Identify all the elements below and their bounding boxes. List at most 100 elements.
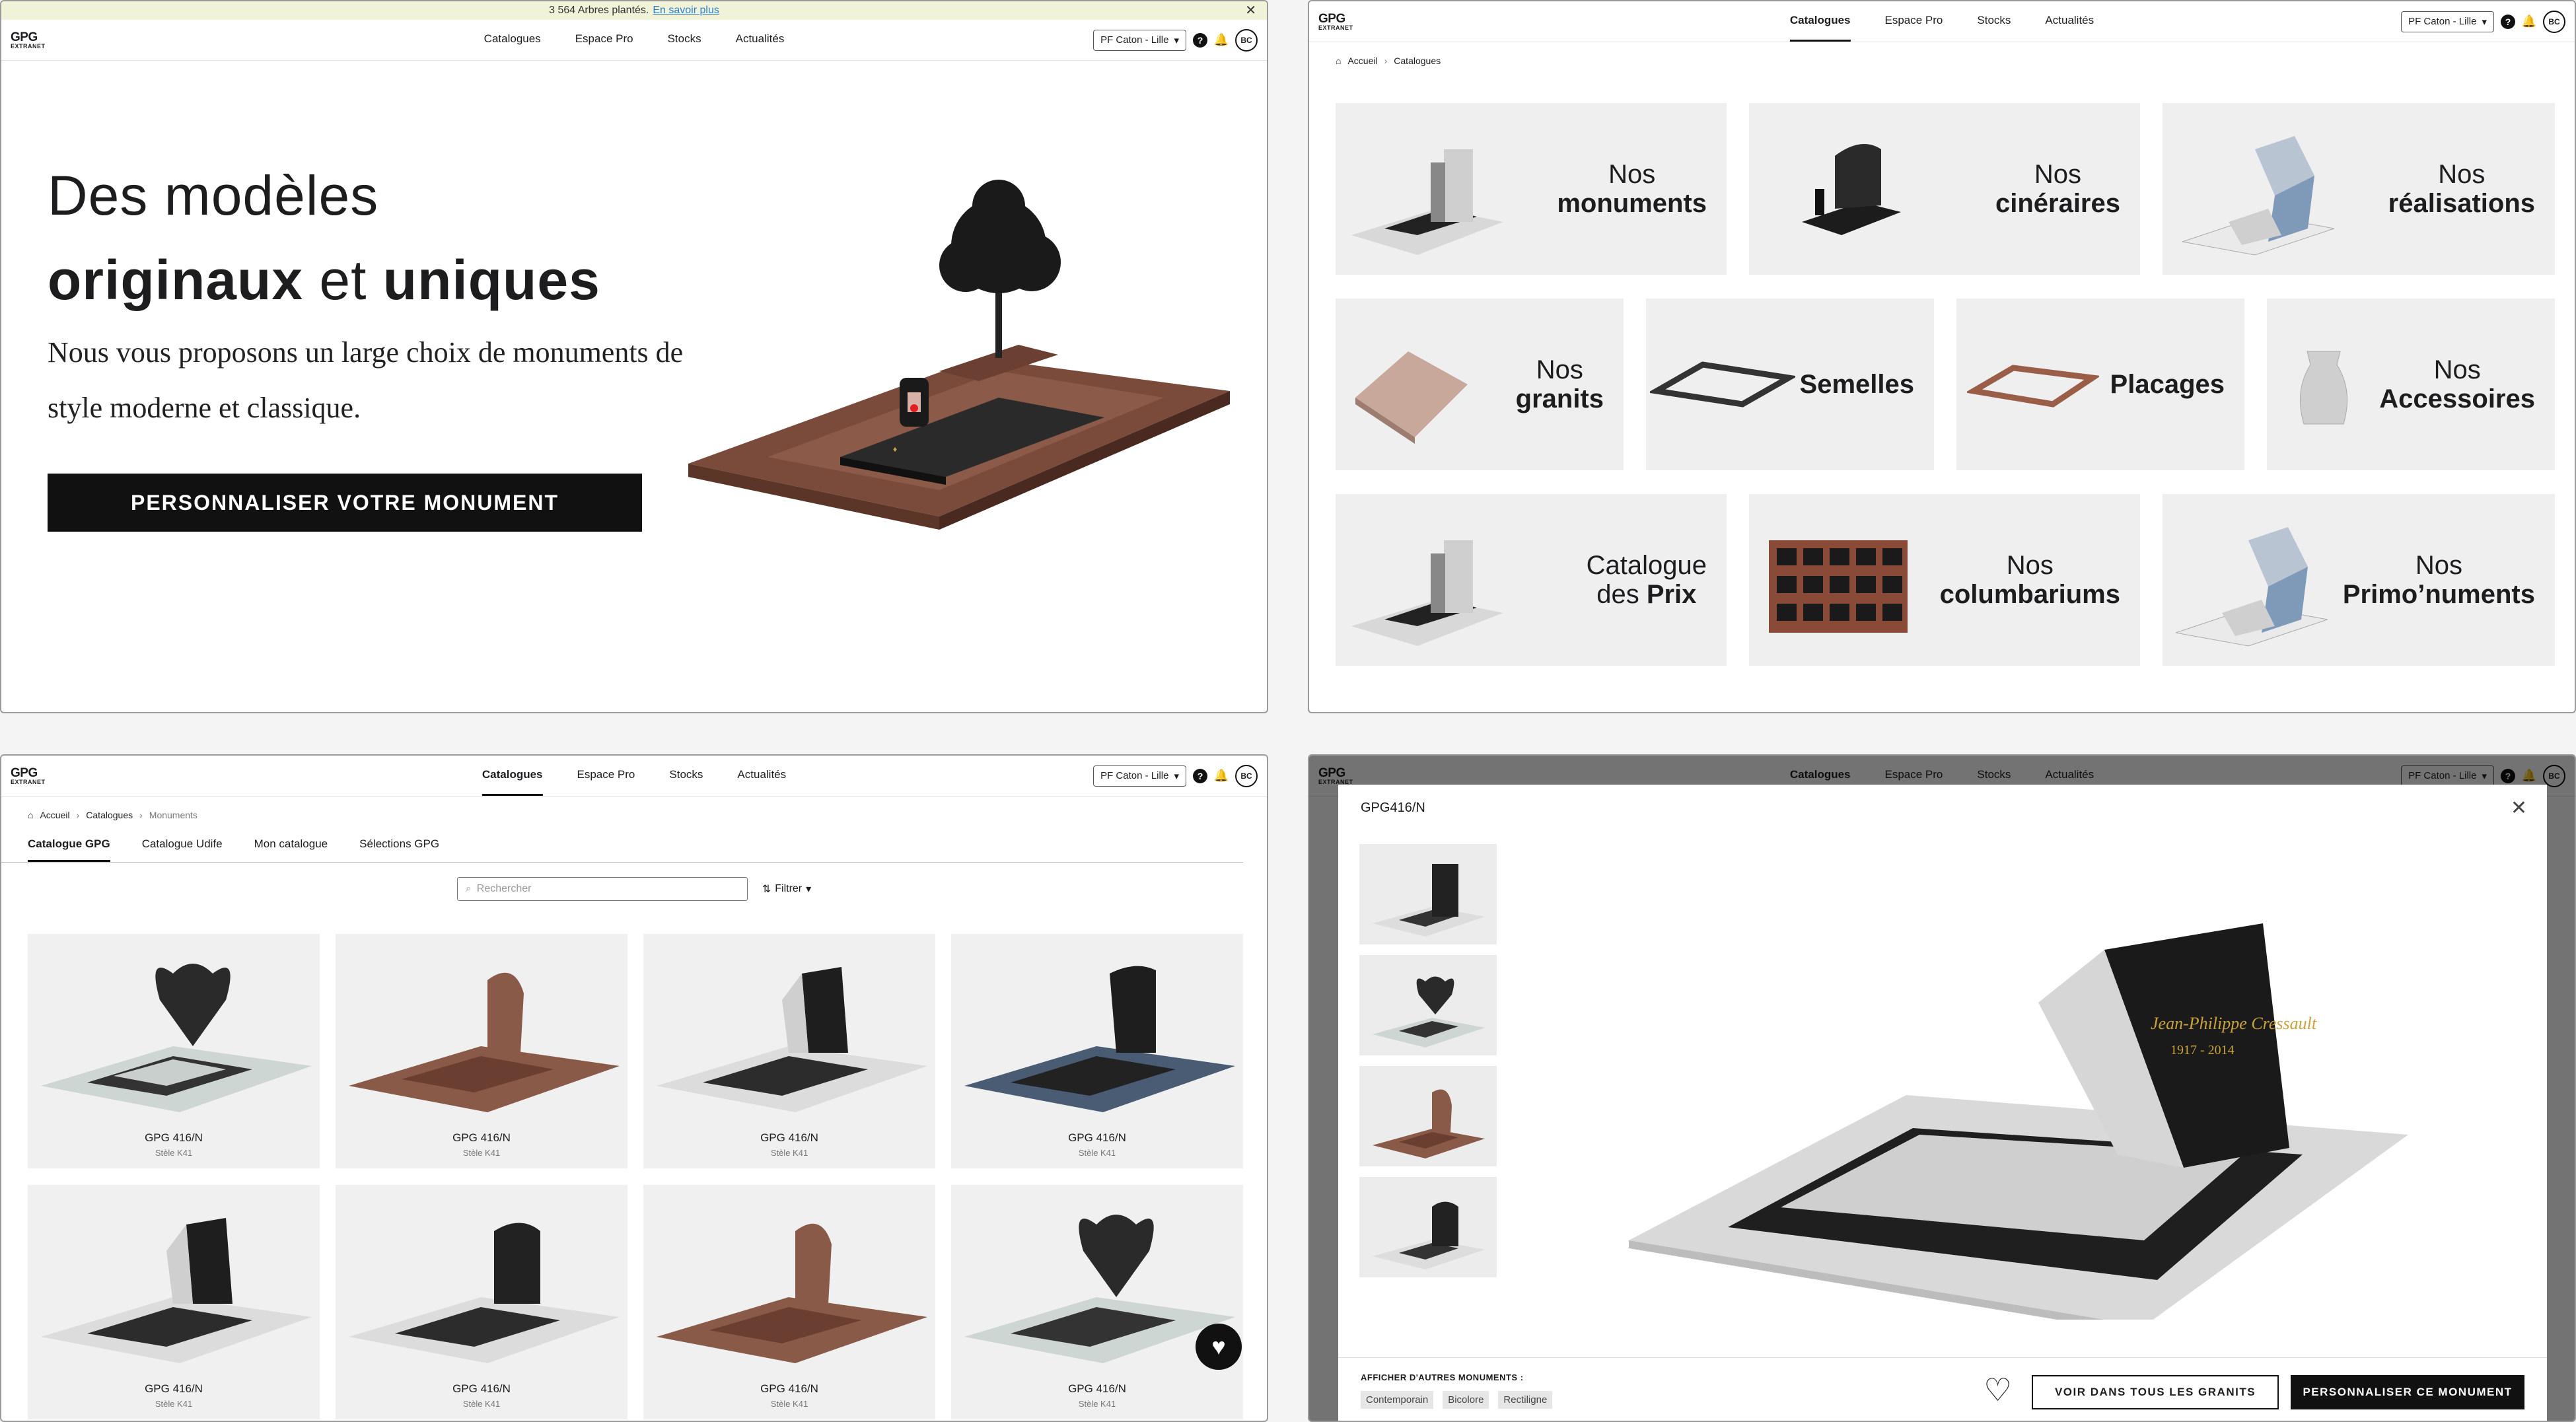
heart-outline-icon[interactable]: ♡ <box>1984 1375 2012 1407</box>
agency-select[interactable]: PF Caton - Lille ▾ <box>1093 29 1186 51</box>
nav-stocks[interactable]: Stocks <box>669 756 703 796</box>
tile-semelles[interactable]: Semelles <box>1646 299 1934 470</box>
search-input[interactable]: ⌕ Rechercher <box>456 877 748 901</box>
help-icon[interactable]: ? <box>1193 768 1207 783</box>
nav-espace-pro[interactable]: Espace Pro <box>577 756 635 796</box>
nav-stocks[interactable]: Stocks <box>668 20 701 60</box>
tile-label-line1: Nos <box>2433 355 2481 384</box>
tile-label: Nos réalisations <box>2388 160 2535 218</box>
nav-actualites[interactable]: Actualités <box>737 756 786 796</box>
tile-accessoires[interactable]: Nos Accessoires <box>2267 299 2555 470</box>
nav-actualites[interactable]: Actualités <box>736 20 785 60</box>
agency-select[interactable]: PF Caton - Lille ▾ <box>1093 765 1186 787</box>
avatar[interactable]: BC <box>1235 764 1258 787</box>
cinerary-thumbnail-icon <box>1802 144 1901 235</box>
gpg-logo[interactable]: GPG EXTRANET <box>11 767 46 785</box>
realisation-thumbnail-icon <box>2175 527 2328 647</box>
tile-label: Nos granits <box>1516 355 1604 413</box>
customize-monument-button[interactable]: PERSONNALISER VOTRE MONUMENT <box>48 474 642 532</box>
nav-espace-pro[interactable]: Espace Pro <box>575 20 633 60</box>
tile-placages[interactable]: Placages <box>1956 299 2244 470</box>
thumbnail-4[interactable] <box>1359 1177 1497 1277</box>
help-icon[interactable]: ? <box>1193 32 1207 48</box>
chip-rectiligne[interactable]: Rectiligne <box>1498 1391 1553 1409</box>
card-name: GPG 416/N <box>145 1131 203 1144</box>
tile-label-line1: Nos <box>2006 551 2054 580</box>
monument-card[interactable]: GPG 416/N Stèle K41 <box>336 1185 627 1419</box>
tile-primonuments[interactable]: Nos Primo’numents <box>2163 494 2555 666</box>
tab-mon-catalogue[interactable]: Mon catalogue <box>254 837 328 862</box>
granite-sample-icon <box>1355 351 1468 444</box>
tile-label-line1: Nos <box>1536 355 1583 384</box>
banner-learn-more-link[interactable]: En savoir plus <box>653 5 719 17</box>
tile-columbariums[interactable]: Nos columbariums <box>1749 494 2140 666</box>
tile-realisations[interactable]: Nos réalisations <box>2163 103 2555 275</box>
tab-catalogue-gpg[interactable]: Catalogue GPG <box>28 837 110 862</box>
breadcrumb-accueil[interactable]: Accueil <box>40 810 69 820</box>
bell-icon[interactable]: 🔔 <box>1214 769 1229 783</box>
favorites-heart-icon[interactable]: ♥ <box>1196 1324 1242 1370</box>
header-tools: PF Caton - Lille ▾ ? 🔔 BC <box>2401 10 2565 33</box>
monument-card[interactable]: GPG 416/N Stèle K41 <box>336 934 627 1168</box>
tile-cineraires[interactable]: Nos cinéraires <box>1749 103 2140 275</box>
nav-catalogues[interactable]: Catalogues <box>482 756 543 796</box>
hero-title-line1: Des modèles <box>48 164 379 227</box>
card-name: GPG 416/N <box>1068 1382 1126 1395</box>
bell-icon[interactable]: 🔔 <box>1214 33 1229 48</box>
nav-espace-pro[interactable]: Espace Pro <box>1885 1 1943 42</box>
tile-label: Catalogue des Prix <box>1587 551 1707 609</box>
tile-catalogue-prix[interactable]: Catalogue des Prix <box>1336 494 1727 666</box>
header-tools: PF Caton - Lille ▾ ? 🔔 BC <box>1093 28 1258 52</box>
monument-card[interactable]: GPG 416/N Stèle K41 <box>28 1185 320 1419</box>
monument-card[interactable]: GPG 416/N Stèle K41 <box>643 934 935 1168</box>
main-nav: Catalogues Espace Pro Stocks Actualités <box>482 756 786 796</box>
card-name: GPG 416/N <box>1068 1131 1126 1144</box>
monument-card[interactable]: GPG 416/N Stèle K41 <box>643 1185 935 1419</box>
help-icon[interactable]: ? <box>2501 14 2515 29</box>
view-all-granits-button[interactable]: VOIR DANS TOUS LES GRANITS <box>2032 1375 2279 1409</box>
gpg-logo[interactable]: GPG EXTRANET <box>11 31 46 50</box>
breadcrumb-accueil[interactable]: Accueil <box>1347 55 1377 66</box>
tab-selections-gpg[interactable]: Sélections GPG <box>359 837 439 862</box>
home-icon[interactable]: ⌂ <box>1336 55 1341 66</box>
chevron-down-icon: ▾ <box>1174 34 1179 46</box>
chip-bicolore[interactable]: Bicolore <box>1443 1391 1489 1409</box>
svg-text:♦: ♦ <box>893 444 897 454</box>
agency-select-value: PF Caton - Lille <box>1100 34 1169 46</box>
nav-catalogues[interactable]: Catalogues <box>484 20 541 60</box>
avatar[interactable]: BC <box>1235 28 1258 52</box>
trees-banner: 3 564 Arbres plantés. En savoir plus ✕ <box>1 1 1267 20</box>
tile-label-line2: Semelles <box>1799 370 1914 399</box>
tile-label-line2: Prix <box>1646 580 1697 609</box>
banner-close-icon[interactable]: ✕ <box>1245 2 1256 18</box>
monument-image <box>657 1223 927 1363</box>
chip-contemporain[interactable]: Contemporain <box>1361 1391 1434 1409</box>
monument-card[interactable]: GPG 416/N Stèle K41 <box>28 934 320 1168</box>
thumbnail-3[interactable] <box>1359 1066 1497 1166</box>
gpg-logo[interactable]: GPG EXTRANET <box>1318 13 1353 31</box>
breadcrumb-catalogues[interactable]: Catalogues <box>86 810 133 820</box>
hero-subtitle: Nous vous proposons un large choix de mo… <box>48 336 684 424</box>
monument-card[interactable]: GPG 416/N Stèle K41 <box>951 1185 1243 1419</box>
banner-text: 3 564 Arbres plantés. <box>549 5 649 16</box>
bell-icon[interactable]: 🔔 <box>2522 15 2536 29</box>
tile-label-line2: Accessoires <box>2379 384 2535 413</box>
agency-select[interactable]: PF Caton - Lille ▾ <box>2401 11 2494 32</box>
tile-monuments[interactable]: Nos monuments <box>1336 103 1727 275</box>
thumbnail-2[interactable] <box>1359 955 1497 1055</box>
nav-stocks[interactable]: Stocks <box>1977 1 2011 42</box>
avatar[interactable]: BC <box>2543 10 2565 33</box>
nav-catalogues[interactable]: Catalogues <box>1789 1 1851 42</box>
tile-granits[interactable]: Nos granits <box>1336 299 1624 470</box>
thumbnail-1[interactable] <box>1359 844 1497 944</box>
tile-label-line1: Nos <box>1608 160 1656 189</box>
main-nav: Catalogues Espace Pro Stocks Actualités <box>484 20 785 60</box>
home-icon[interactable]: ⌂ <box>28 810 33 820</box>
close-icon[interactable]: ✕ <box>2511 797 2527 820</box>
monument-card[interactable]: GPG 416/N Stèle K41 <box>951 934 1243 1168</box>
filter-button[interactable]: ⇅ Filtrer ▾ <box>762 882 811 896</box>
monument-image <box>349 1223 620 1363</box>
nav-actualites[interactable]: Actualités <box>2045 1 2094 42</box>
customize-this-monument-button[interactable]: PERSONNALISER CE MONUMENT <box>2291 1375 2524 1409</box>
tab-catalogue-udife[interactable]: Catalogue Udife <box>142 837 223 862</box>
